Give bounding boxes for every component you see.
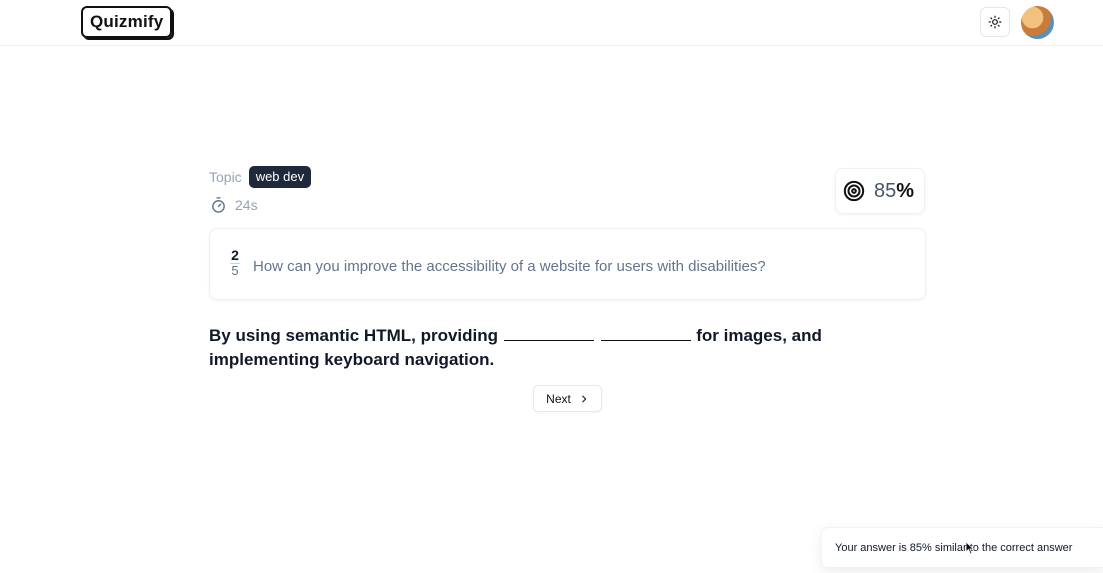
answer-sentence: By using semantic HTML, providing for im… [209, 324, 929, 372]
mouse-cursor-icon [966, 542, 975, 555]
score-unit: % [896, 179, 915, 202]
similarity-score-card: 85% [835, 168, 925, 214]
question-total: 5 [230, 263, 240, 278]
score-number: 85 [874, 179, 897, 202]
target-icon [843, 180, 865, 202]
topic-badge: web dev [248, 166, 312, 188]
timer-value: 24s [235, 197, 258, 213]
next-button-label: Next [546, 391, 571, 406]
topic-label: Topic [209, 169, 242, 185]
timer: 24s [210, 196, 258, 214]
toast-message: Your answer is 85% similar to the correc… [835, 541, 1073, 554]
chevron-right-icon [582, 395, 587, 402]
answer-text-before: By using semantic HTML, providing [209, 326, 499, 345]
blank-input-1[interactable] [503, 324, 594, 341]
sun-icon [988, 15, 1002, 29]
timer-icon [212, 197, 225, 213]
question-counter: 2 5 [230, 247, 240, 278]
toast-notification: Your answer is 85% similar to the correc… [821, 527, 1103, 568]
top-navbar: Quizmify [0, 0, 1103, 46]
user-avatar[interactable] [1021, 6, 1054, 39]
app-logo[interactable]: Quizmify [81, 6, 173, 38]
topic-row: Topic web dev [209, 165, 312, 189]
score-value: 85% [874, 180, 914, 203]
question-text: How can you improve the accessibility of… [253, 258, 766, 275]
next-button[interactable]: Next [533, 385, 602, 412]
theme-toggle-button[interactable] [980, 7, 1010, 37]
question-current: 2 [231, 247, 239, 263]
question-card: 2 5 How can you improve the accessibilit… [209, 228, 926, 300]
blank-input-2[interactable] [600, 324, 691, 341]
